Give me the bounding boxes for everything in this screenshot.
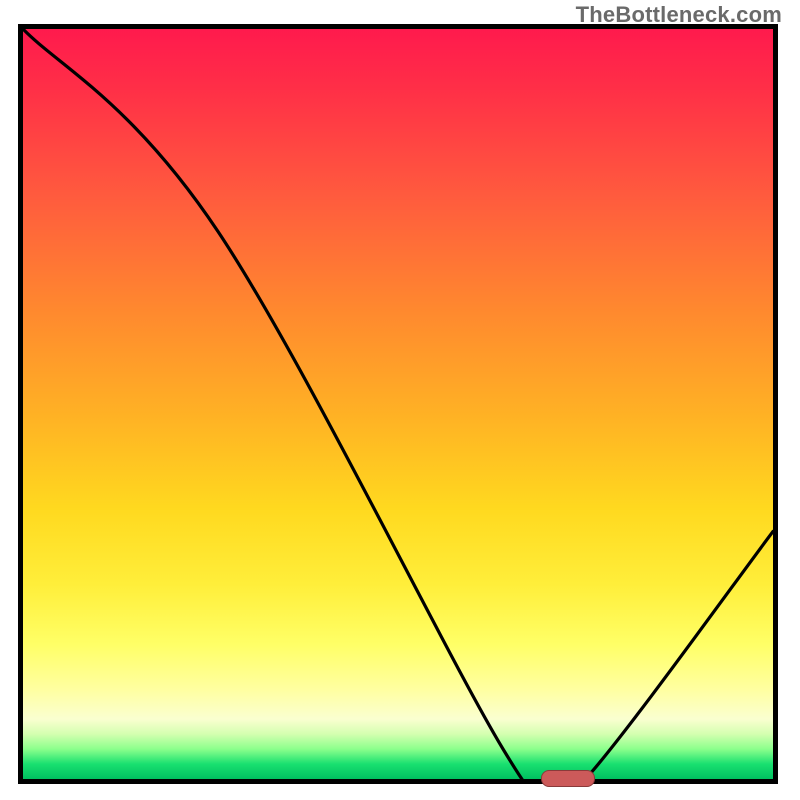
bottleneck-curve-path — [23, 29, 773, 779]
page-root: TheBottleneck.com — [0, 0, 800, 800]
chart-frame — [18, 24, 778, 784]
bottleneck-curve — [23, 29, 773, 779]
optimal-range-marker — [541, 770, 596, 787]
